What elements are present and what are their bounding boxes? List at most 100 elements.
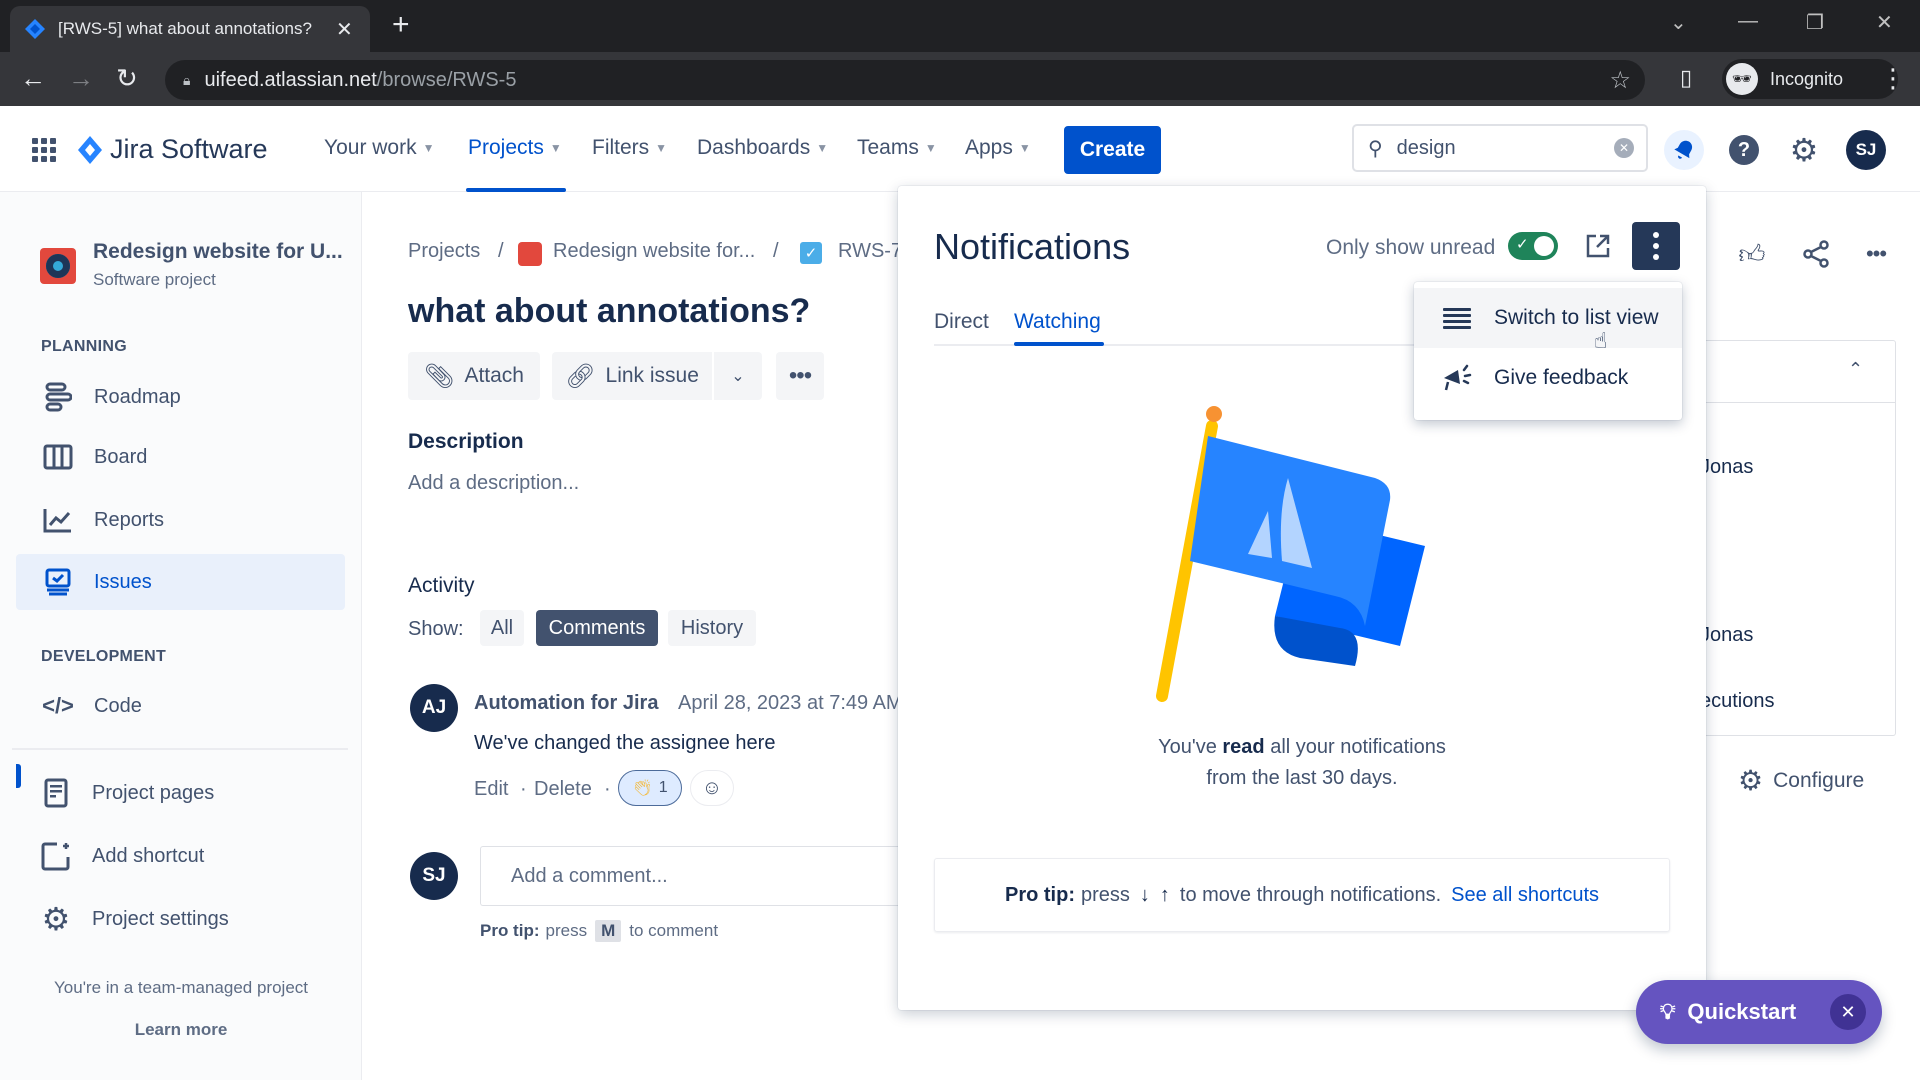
address-bar: ← → ↻ 🔒︎ uifeed.atlassian.net /browse/RW…	[0, 52, 1920, 106]
learn-more-link[interactable]: Learn more	[0, 1020, 362, 1040]
back-icon[interactable]: ←	[20, 64, 46, 92]
only-unread-toggle[interactable]: ✓	[1508, 232, 1558, 260]
breadcrumb-projects[interactable]: Projects	[408, 240, 480, 263]
attach-button[interactable]: 📎︎ Attach	[408, 352, 540, 400]
quickstart-button[interactable]: 💡︎ Quickstart ✕	[1636, 980, 1882, 1044]
project-name[interactable]: Redesign website for U...	[93, 240, 343, 264]
menu-item-give-feedback[interactable]: Give feedback	[1414, 348, 1682, 408]
protip-text: press	[545, 921, 588, 940]
planning-heading: PLANNING	[41, 338, 127, 355]
breadcrumb-issue-key[interactable]: RWS-7	[838, 240, 898, 263]
flag-pole-top	[1206, 406, 1222, 422]
comment-author-avatar[interactable]: AJ	[410, 684, 458, 732]
details-header[interactable]: ⌃	[1706, 341, 1895, 403]
tab-watching[interactable]: Watching	[1014, 310, 1101, 334]
chevron-up-icon[interactable]: ⌃	[1848, 359, 1863, 380]
nav-teams[interactable]: Teams ▼	[857, 136, 937, 160]
toggle-knob	[1534, 236, 1554, 256]
browser-tab[interactable]: [RWS-5] what about annotations? ✕	[10, 6, 370, 52]
activity-heading: Activity	[408, 574, 475, 597]
protip-text: to move through notifications.	[1179, 883, 1442, 906]
clap-reaction[interactable]: 👏︎ 1	[618, 770, 682, 806]
nav-dashboards[interactable]: Dashboards ▼	[697, 136, 828, 160]
restore-icon[interactable]: ❐	[1806, 10, 1824, 35]
link-issue-dropdown[interactable]: ⌄	[714, 352, 762, 400]
share-icon	[1803, 240, 1829, 268]
see-all-shortcuts-link[interactable]: See all shortcuts	[1451, 884, 1599, 907]
reporter-value: Jonas	[1700, 624, 1754, 646]
more-actions-button[interactable]: •••	[776, 352, 824, 400]
nav-filters[interactable]: Filters ▼	[592, 136, 667, 160]
project-icon	[518, 242, 542, 266]
comment-edit[interactable]: Edit	[474, 778, 508, 801]
create-button[interactable]: Create	[1064, 126, 1161, 174]
add-comment-field[interactable]: Add a comment...	[480, 846, 900, 906]
link-issue-button[interactable]: 🔗︎ Link issue	[552, 352, 712, 400]
sidebar-divider	[12, 748, 348, 750]
incognito-profile[interactable]: 🕶︎ Incognito	[1722, 59, 1898, 99]
more-options-button[interactable]: •••	[1856, 234, 1896, 274]
comment-timestamp[interactable]: April 28, 2023 at 7:49 AM	[678, 692, 898, 715]
help-button[interactable]: ?	[1724, 130, 1764, 170]
configure-button[interactable]: ⚙ Configure	[1738, 764, 1864, 797]
browser-menu-icon[interactable]: ⋮	[1880, 64, 1906, 92]
nav-label: Your work	[324, 136, 417, 159]
filter-history[interactable]: History	[668, 610, 756, 646]
reload-icon[interactable]: ↻	[116, 64, 138, 92]
nav-label: Teams	[857, 136, 919, 159]
sidebar-item-project-pages[interactable]: Project pages	[16, 765, 345, 821]
menu-item-label: Switch to list view	[1494, 306, 1659, 329]
menu-item-switch-to-list-view[interactable]: Switch to list view	[1414, 288, 1682, 348]
automation-executions[interactable]: ecutions	[1700, 690, 1775, 713]
forward-icon[interactable]: →	[68, 64, 94, 92]
search-field[interactable]: ⚲ ✕	[1352, 124, 1648, 172]
nav-apps[interactable]: Apps ▼	[965, 136, 1031, 160]
close-window-icon[interactable]: ✕	[1876, 10, 1893, 35]
sidebar-item-roadmap[interactable]: Roadmap	[16, 369, 345, 425]
side-panel-icon[interactable]: ▯	[1680, 64, 1692, 92]
protip-label: Pro tip:	[480, 921, 540, 940]
sidebar-item-project-settings[interactable]: ⚙ Project settings	[16, 891, 345, 947]
notifications-button[interactable]	[1664, 130, 1704, 170]
add-reaction-button[interactable]: ☺	[690, 770, 734, 806]
jira-top-nav: Jira Software Your work ▼ Projects ▼ Filte…	[0, 106, 1920, 192]
new-tab-button[interactable]: +	[392, 10, 410, 40]
add-shortcut-icon	[40, 840, 72, 872]
jira-logo[interactable]: Jira Software	[78, 134, 268, 165]
description-field[interactable]: Add a description...	[408, 472, 579, 495]
breadcrumb-project[interactable]: Redesign website for...	[553, 240, 755, 263]
url-host: uifeed.atlassian.net	[204, 68, 377, 91]
sidebar-item-issues[interactable]: Issues	[16, 554, 345, 610]
tab-search-icon[interactable]: ⌄	[1670, 10, 1687, 35]
sidebar-item-code[interactable]: </> Code	[16, 678, 345, 734]
mouse-cursor-hand-icon: ☝︎	[1594, 328, 1608, 353]
megaphone-icon	[1442, 364, 1472, 392]
quickstart-label: Quickstart	[1687, 999, 1797, 1024]
nav-your-work[interactable]: Your work ▼	[324, 136, 435, 160]
settings-button[interactable]: ⚙	[1784, 130, 1824, 170]
close-tab-icon[interactable]: ✕	[336, 17, 353, 42]
sidebar-item-board[interactable]: Board	[16, 429, 345, 485]
sidebar-item-reports[interactable]: Reports	[16, 492, 345, 548]
minimize-icon[interactable]: —	[1738, 10, 1758, 33]
nav-projects[interactable]: Projects ▼	[468, 136, 562, 160]
comment-delete[interactable]: Delete	[534, 778, 592, 801]
filter-all[interactable]: All	[480, 610, 524, 646]
search-input[interactable]	[1396, 136, 1597, 160]
notifications-more-button[interactable]	[1632, 222, 1680, 270]
like-button[interactable]: 👍︎	[1732, 234, 1772, 274]
clear-search-icon[interactable]: ✕	[1614, 138, 1634, 158]
app-switcher-icon[interactable]	[32, 138, 56, 162]
close-quickstart-icon[interactable]: ✕	[1830, 994, 1866, 1030]
issue-title[interactable]: what about annotations?	[408, 292, 810, 331]
share-button[interactable]	[1796, 234, 1836, 274]
tab-direct[interactable]: Direct	[934, 310, 989, 334]
sidebar-item-add-shortcut[interactable]: Add shortcut	[16, 828, 345, 884]
sidebar-item-label: Code	[94, 694, 142, 717]
filter-comments[interactable]: Comments	[536, 610, 658, 646]
url-field[interactable]: 🔒︎ uifeed.atlassian.net /browse/RWS-5 ☆	[165, 60, 1645, 100]
bookmark-star-icon[interactable]: ☆	[1609, 66, 1631, 95]
profile-avatar[interactable]: SJ	[1846, 130, 1886, 170]
open-in-new-tab-button[interactable]	[1578, 226, 1618, 266]
comment-author[interactable]: Automation for Jira	[474, 692, 658, 715]
